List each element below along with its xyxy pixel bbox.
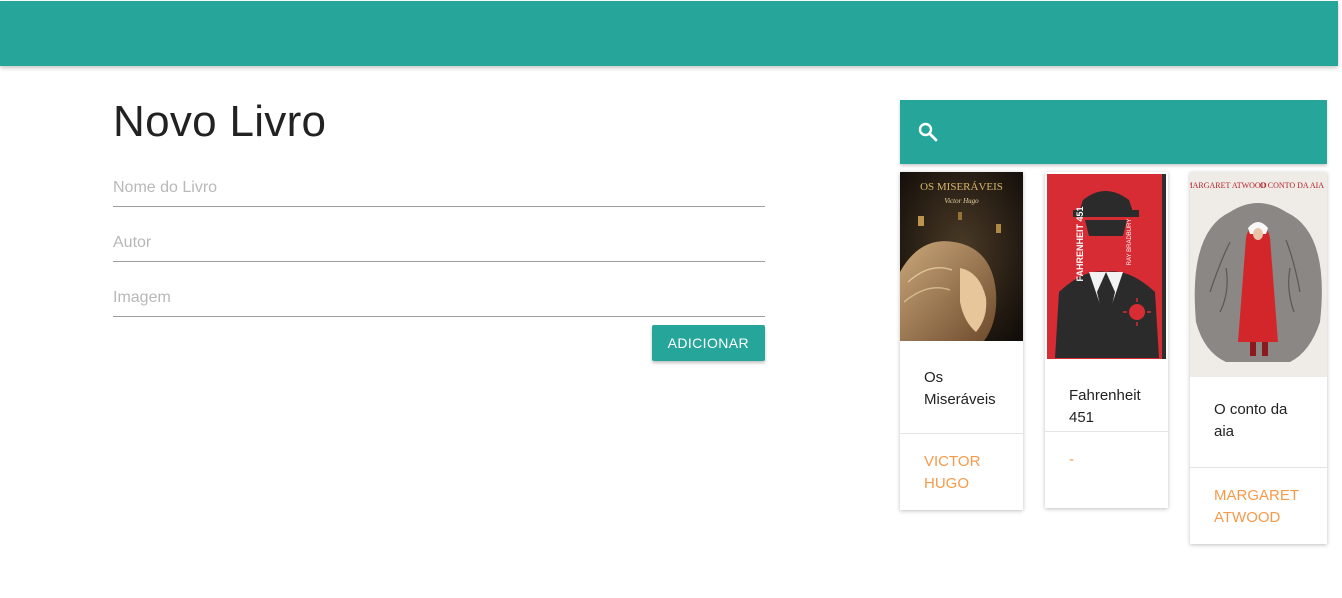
book-card-o-conto-da-aia: MARGARET ATWOOD O CONTO DA AIA O conto d… (1190, 172, 1327, 544)
cover-author-os-miseraveis: Victor Hugo (944, 197, 979, 205)
search-input[interactable] (952, 116, 1316, 150)
top-app-bar (0, 1, 1338, 66)
book-author-link[interactable]: VICTOR HUGO (900, 451, 1023, 495)
author-input[interactable] (113, 231, 765, 255)
author-field-wrapper (113, 207, 765, 262)
cover-title-o-conto: O CONTO DA AIA (1260, 181, 1324, 190)
book-cover-os-miseraveis: OS MISERÁVEIS Victor Hugo (900, 172, 1023, 341)
cover-author-fahrenheit: RAY BRADBURY (1127, 219, 1133, 266)
book-card-fahrenheit-451: FAHRENHEIT 451 RAY BRADBURY Fahrenheit 4… (1045, 172, 1168, 508)
book-cover-fahrenheit-451: FAHRENHEIT 451 RAY BRADBURY (1045, 172, 1168, 361)
book-name-input[interactable] (113, 176, 765, 200)
search-bar (900, 100, 1327, 164)
add-button[interactable]: ADICIONAR (651, 325, 765, 361)
book-card-os-miseraveis: OS MISERÁVEIS Victor Hugo Os Miseráveis … (900, 172, 1023, 510)
book-title: O conto da aia (1214, 401, 1288, 440)
new-book-form: Novo Livro ADICIONAR (113, 96, 765, 363)
book-author-link[interactable]: MARGARET ATWOOD (1190, 485, 1327, 529)
book-title: Os Miseráveis (924, 369, 996, 408)
image-field-wrapper (113, 262, 765, 317)
cover-author-o-conto: MARGARET ATWOOD (1190, 181, 1267, 190)
book-title: Fahrenheit 451 (1069, 387, 1141, 426)
page-title: Novo Livro (113, 97, 327, 146)
cover-title-fahrenheit: FAHRENHEIT 451 (1075, 206, 1085, 281)
search-icon[interactable] (916, 120, 940, 144)
book-name-field-wrapper (113, 148, 765, 207)
book-author-link[interactable]: - (1045, 449, 1168, 471)
form-actions: ADICIONAR (113, 317, 765, 363)
image-input[interactable] (113, 286, 765, 310)
cover-title-os-miseraveis: OS MISERÁVEIS (920, 181, 1003, 193)
book-cover-o-conto-da-aia: MARGARET ATWOOD O CONTO DA AIA (1190, 172, 1327, 377)
